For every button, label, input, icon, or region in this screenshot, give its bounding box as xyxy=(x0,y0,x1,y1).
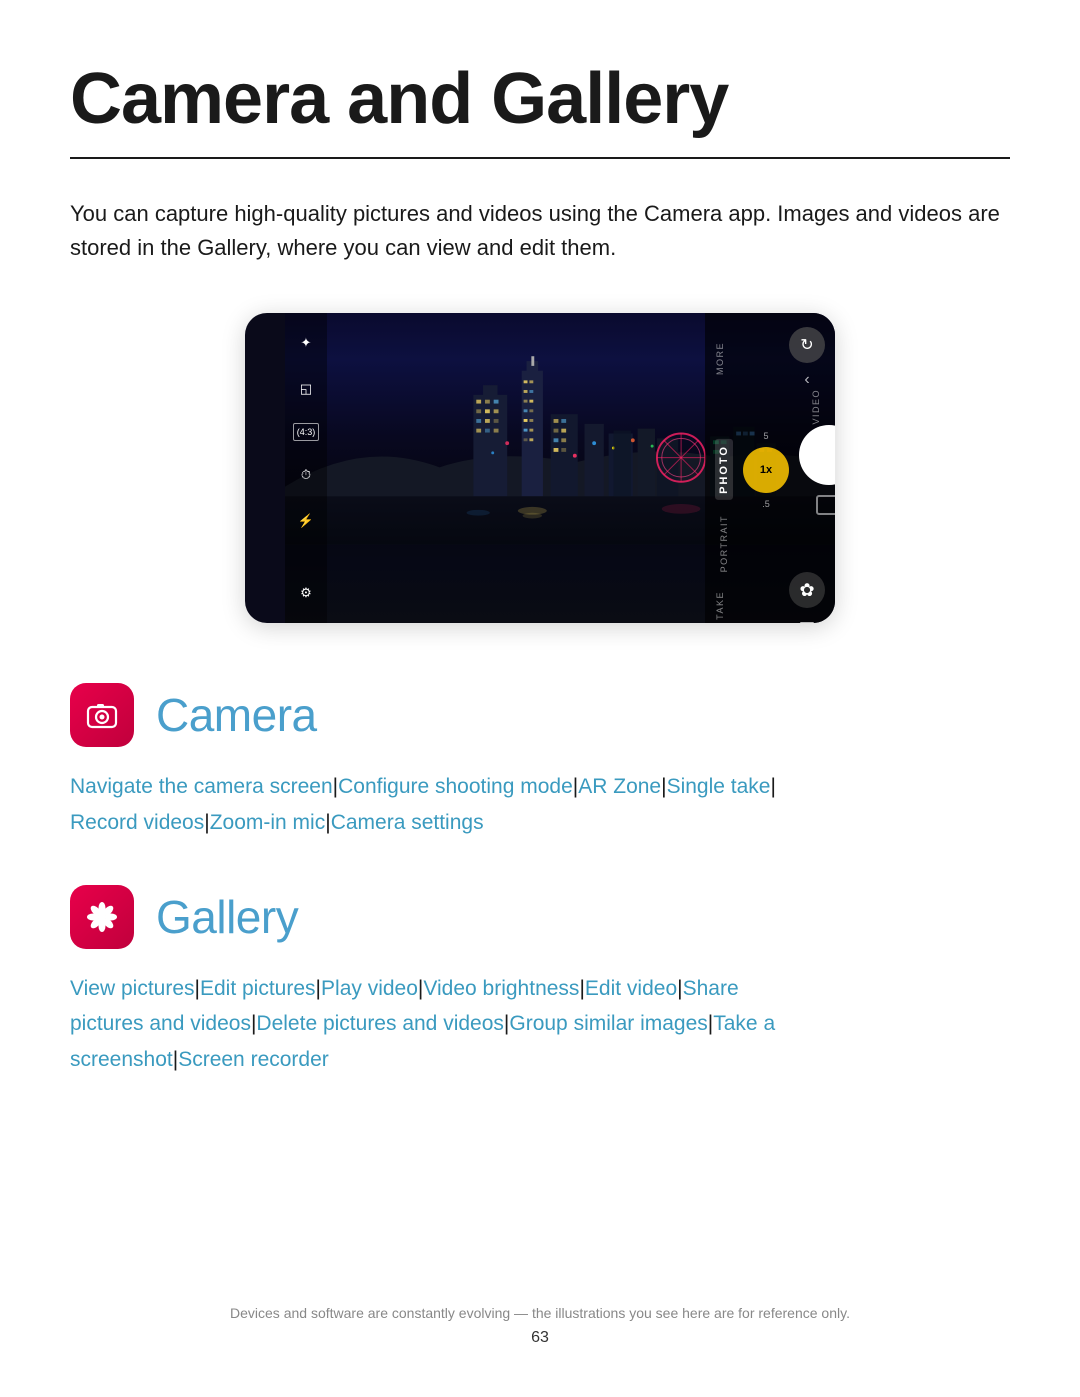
link-record-videos[interactable]: Record videos xyxy=(70,811,204,834)
link-navigate-camera-screen[interactable]: Navigate the camera screen xyxy=(70,775,333,798)
camera-icon-svg xyxy=(85,698,119,732)
zoom-1x-button[interactable]: 1x xyxy=(743,447,789,493)
title-divider xyxy=(70,157,1010,159)
camera-section-links: Navigate the camera screen|Configure sho… xyxy=(70,769,1010,840)
link-delete-pictures-videos[interactable]: Delete pictures and videos xyxy=(256,1012,503,1035)
camera-timer-icon: ⏱ xyxy=(294,463,318,487)
camera-ratio-icon: (4:3) xyxy=(293,423,319,441)
video-mode-label: VIDEO xyxy=(811,389,821,425)
page-title: Camera and Gallery xyxy=(70,60,1010,139)
gallery-app-icon xyxy=(70,885,134,949)
camera-settings-icon: ⚙ xyxy=(294,581,318,605)
more-mode-label: MORE xyxy=(715,342,725,375)
shutter-button[interactable] xyxy=(799,425,835,485)
link-ar-zone[interactable]: AR Zone xyxy=(578,775,661,798)
link-play-video[interactable]: Play video xyxy=(321,977,418,1000)
intro-paragraph: You can capture high-quality pictures an… xyxy=(70,197,1010,265)
link-take-screenshot-cont[interactable]: screenshot xyxy=(70,1048,173,1071)
gallery-section-links: View pictures|Edit pictures|Play video|V… xyxy=(70,971,1010,1078)
camera-flash-icon: ⚡ xyxy=(294,509,318,533)
zoom-point5-label: .5 xyxy=(762,499,770,509)
menu-dots-icon xyxy=(796,618,818,623)
camera-mode-icon: ◱ xyxy=(294,377,318,401)
link-camera-settings[interactable]: Camera settings xyxy=(331,811,484,834)
thumbnail-preview xyxy=(816,495,835,515)
gallery-icon-svg xyxy=(84,899,120,935)
camera-section-header: Camera xyxy=(70,683,1010,747)
link-share-pictures-videos[interactable]: Share xyxy=(683,977,739,1000)
link-configure-shooting-mode[interactable]: Configure shooting mode xyxy=(338,775,573,798)
phone-mockup-container: ✦ ◱ (4:3) ⏱ ⚡ ⚙ MORE ↻ ‹ xyxy=(70,313,1010,623)
link-edit-pictures[interactable]: Edit pictures xyxy=(200,977,316,1000)
gallery-snowflake-icon: ✿ xyxy=(789,572,825,608)
gallery-section-header: Gallery xyxy=(70,885,1010,949)
link-edit-video[interactable]: Edit video xyxy=(585,977,677,1000)
link-view-pictures[interactable]: View pictures xyxy=(70,977,195,1000)
portrait-mode-label: PORTRAIT xyxy=(719,515,729,572)
camera-section-title: Camera xyxy=(156,688,317,742)
camera-bottom-controls: TAKE ✿ xyxy=(715,572,825,623)
link-single-take[interactable]: Single take xyxy=(667,775,771,798)
gallery-section-title: Gallery xyxy=(156,890,298,944)
link-video-brightness[interactable]: Video brightness xyxy=(423,977,579,1000)
take-label: TAKE xyxy=(715,591,725,620)
footer: Devices and software are constantly evol… xyxy=(0,1305,1080,1347)
camera-app-icon xyxy=(70,683,134,747)
link-take-screenshot[interactable]: Take a xyxy=(713,1012,775,1035)
link-zoom-in-mic[interactable]: Zoom-in mic xyxy=(210,811,326,834)
portrait-mode-area: PORTRAIT xyxy=(715,515,825,572)
link-screen-recorder[interactable]: Screen recorder xyxy=(178,1048,329,1071)
phone-mockup: ✦ ◱ (4:3) ⏱ ⚡ ⚙ MORE ↻ ‹ xyxy=(245,313,835,623)
zoom-5-label: 5 xyxy=(763,431,768,441)
chevron-left-icon: ‹ xyxy=(804,371,809,389)
camera-effects-icon: ✦ xyxy=(294,331,318,355)
photo-mode-label-active: PHOTO xyxy=(715,439,733,500)
photo-mode-area: PHOTO 5 1x .5 xyxy=(715,425,825,515)
camera-left-sidebar: ✦ ◱ (4:3) ⏱ ⚡ ⚙ xyxy=(285,313,327,623)
video-mode-area: VIDEO xyxy=(715,389,825,425)
camera-right-panel: MORE ↻ ‹ VIDEO PHOTO 5 1x .5 xyxy=(705,313,835,623)
footer-disclaimer: Devices and software are constantly evol… xyxy=(0,1305,1080,1321)
link-share-pictures-videos-cont[interactable]: pictures and videos xyxy=(70,1012,251,1035)
link-group-similar-images[interactable]: Group similar images xyxy=(509,1012,707,1035)
footer-page-number: 63 xyxy=(0,1329,1080,1347)
rotate-camera-icon: ↻ xyxy=(789,327,825,363)
